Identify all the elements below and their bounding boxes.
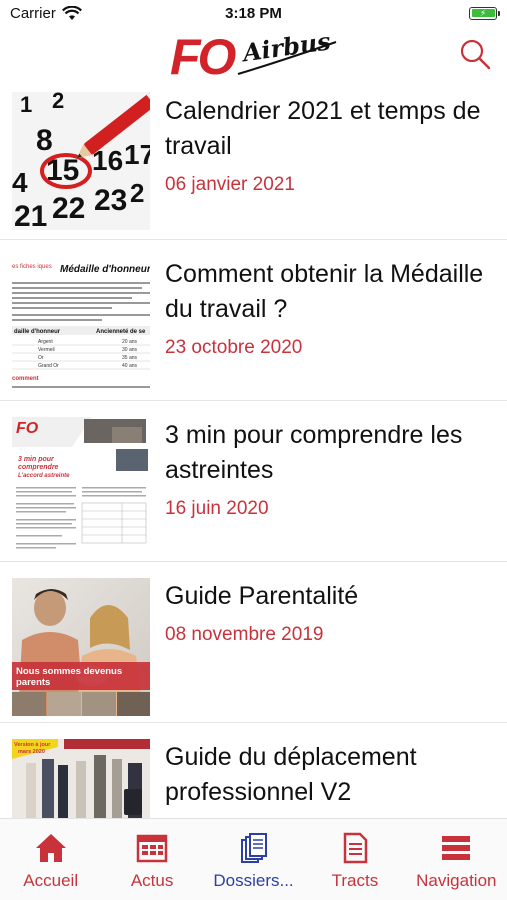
svg-text:2: 2 [130,178,144,208]
calendar-thumbnail: 1 2 8 4 15 16 17 21 22 23 2 [12,92,150,230]
list-item[interactable]: Version à jour mars 2020 Guide du déplac… [0,723,507,818]
app-header: FO Airbus [0,26,507,88]
tract-icon [343,832,368,864]
fo-airbus-logo: FO Airbus [170,28,337,84]
list-item[interactable]: 1 2 8 4 15 16 17 21 22 23 2 Calendrier 2… [0,88,507,240]
article-date: 23 octobre 2020 [165,337,303,358]
document-astreintes-thumbnail: FO 3 min pour comprendre L'accord astrei… [12,417,150,555]
svg-text:mars 2020: mars 2020 [18,749,45,755]
article-title: Comment obtenir la Médaille du travail ? [165,260,484,323]
tab-bar: Accueil Actus Dossiers... Tracts Navigat… [0,818,507,900]
article-title: Guide du déplacement professionnel V2 [165,743,417,806]
svg-text:20 ans: 20 ans [122,339,138,345]
svg-text:1: 1 [20,92,32,117]
tab-dossiers[interactable]: Dossiers... [203,819,304,900]
article-title: Guide Parentalité [165,582,359,610]
article-date: 06 janvier 2021 [165,174,295,195]
logo-fo-text: FO [170,29,237,84]
svg-text:40 ans: 40 ans [122,363,138,369]
travel-guide-thumbnail: Version à jour mars 2020 [12,739,150,818]
svg-text:Ancienneté de se: Ancienneté de se [96,329,146,335]
list-item[interactable]: Nous sommes devenus parents Guide Parent… [0,562,507,723]
svg-text:Version à jour: Version à jour [14,742,51,748]
search-icon[interactable] [457,36,493,72]
carrier-label: Carrier [10,4,56,22]
svg-text:Argent: Argent [38,339,53,345]
document-medaille-thumbnail: es fiches iques Médaille d'honneur du da… [12,256,150,394]
parents-photo-thumbnail: Nous sommes devenus parents [12,578,150,716]
list-item[interactable]: FO 3 min pour comprendre L'accord astrei… [0,401,507,562]
menu-icon [442,836,471,860]
svg-text:21: 21 [14,200,47,230]
battery-icon: ⚡ [469,6,500,20]
svg-text:FO: FO [16,420,39,437]
status-left: Carrier [10,5,82,22]
svg-text:es fiches iques: es fiches iques [12,264,52,270]
article-title: 3 min pour comprendre les astreintes [165,421,463,484]
svg-text:L'accord astreinte: L'accord astreinte [18,473,70,479]
svg-text:3 min pour: 3 min pour [18,456,55,463]
tab-label: Accueil [23,871,79,890]
svg-text:35 ans: 35 ans [122,355,138,361]
svg-text:Grand Or: Grand Or [38,363,59,369]
tab-tracts[interactable]: Tracts [304,819,405,900]
svg-text:23: 23 [94,184,127,217]
svg-text:Nous sommes devenus: Nous sommes devenus [16,666,122,677]
tab-actus[interactable]: Actus [101,819,202,900]
svg-text:Or: Or [38,355,44,361]
article-date: 16 juin 2020 [165,498,269,519]
documents-icon [240,833,267,863]
svg-text:22: 22 [52,192,85,225]
svg-text:4: 4 [12,167,28,198]
svg-text:Vermeil: Vermeil [38,347,55,353]
wifi-icon [61,5,82,20]
svg-text:daille d'honneur: daille d'honneur [14,329,61,335]
svg-text:Médaille d'honneur du: Médaille d'honneur du [60,264,150,275]
svg-text:8: 8 [36,124,53,157]
tab-label: Tracts [331,871,379,890]
tab-label: Navigation [416,871,497,890]
tab-navigation[interactable]: Navigation [406,819,507,900]
svg-text:17: 17 [124,139,150,170]
tab-label: Actus [130,871,174,890]
battery-fill: ⚡ [471,8,495,17]
home-icon [35,834,66,862]
svg-text:30 ans: 30 ans [122,347,138,353]
status-bar: Carrier 3:18 PM ⚡ [0,0,507,26]
article-title: Calendrier 2021 et temps de travail [165,97,481,160]
article-list: 1 2 8 4 15 16 17 21 22 23 2 Calendrier 2… [0,88,507,818]
list-item[interactable]: es fiches iques Médaille d'honneur du da… [0,240,507,401]
svg-text:2: 2 [52,92,64,113]
article-date: 08 novembre 2019 [165,624,324,645]
svg-text:comprendre: comprendre [18,464,59,471]
tab-label: Dossiers... [213,871,294,890]
tab-accueil[interactable]: Accueil [0,819,101,900]
svg-text:comment: comment [12,376,39,382]
svg-text:parents: parents [16,677,50,688]
news-icon [136,834,168,863]
